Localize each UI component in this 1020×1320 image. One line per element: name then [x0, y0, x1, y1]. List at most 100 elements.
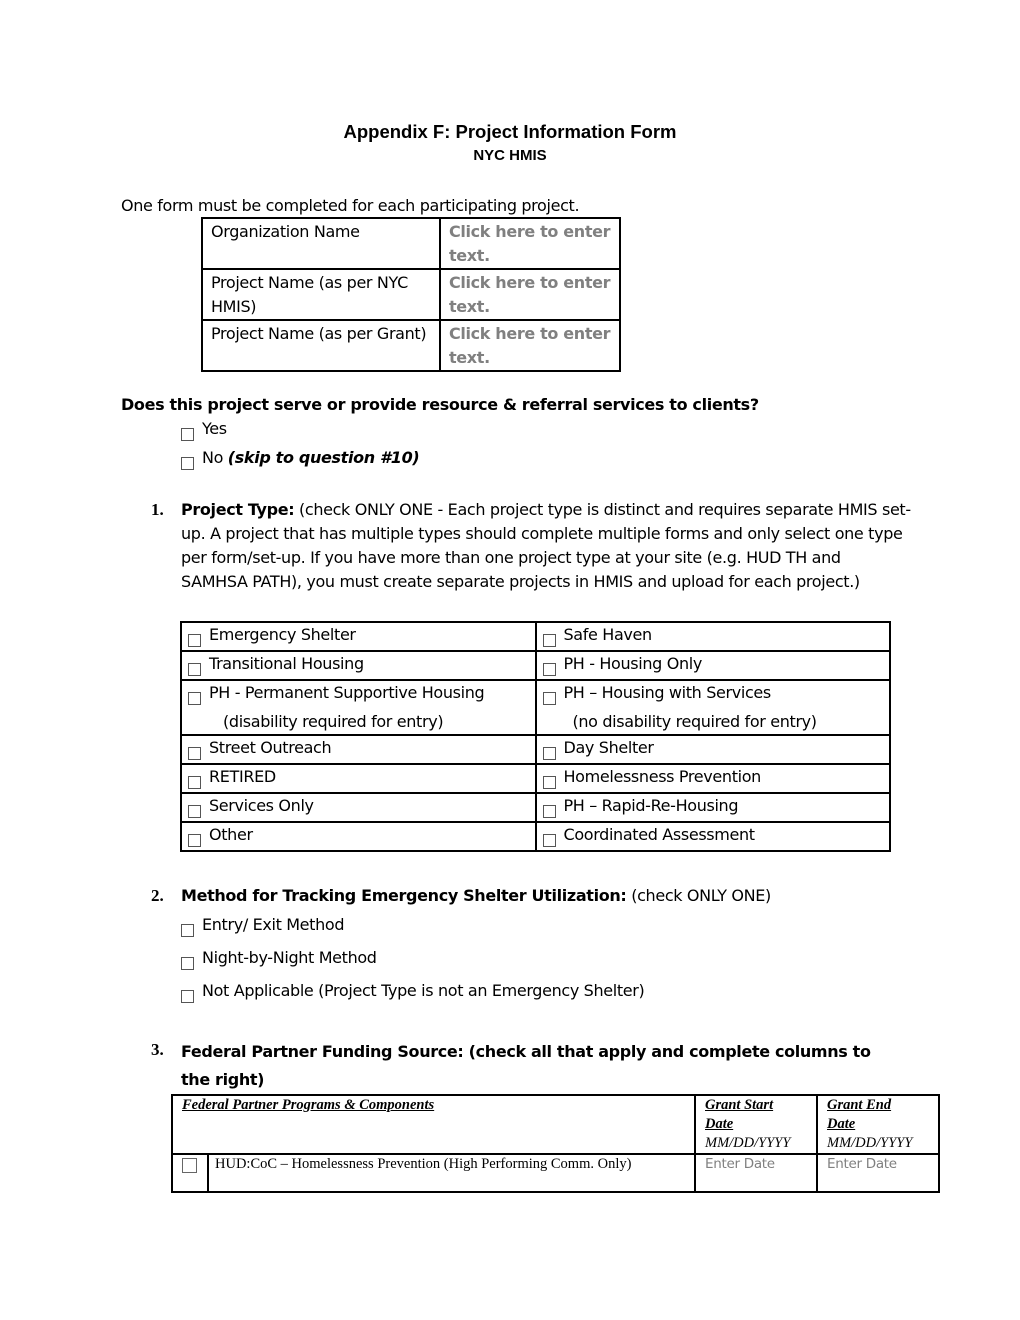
organization-name-field[interactable]: Click here to enter text.	[439, 217, 621, 270]
checkbox-yes[interactable]	[181, 428, 194, 441]
programs-header-label: Federal Partner Programs & Components	[182, 1097, 435, 1113]
checkbox[interactable]	[181, 957, 194, 970]
funding-source-table: Federal Partner Programs & Components Gr…	[171, 1094, 940, 1193]
project-type-emergency-shelter[interactable]: Emergency Shelter	[180, 621, 537, 652]
table-header-row: Federal Partner Programs & Components Gr…	[171, 1094, 940, 1155]
option-label: Emergency Shelter	[209, 625, 356, 644]
start-date-header-line2: Date	[705, 1116, 734, 1132]
project-type-other[interactable]: Other	[180, 821, 537, 852]
checkbox[interactable]	[542, 747, 556, 760]
table-row: RETIRED Homelessness Prevention	[180, 763, 891, 794]
page-subtitle: NYC HMIS	[473, 147, 547, 164]
project-type-ph-housing-only[interactable]: PH - Housing Only	[534, 650, 891, 681]
question-1-title: Project Type:	[181, 500, 295, 519]
option-label: Transitional Housing	[209, 654, 364, 673]
checkbox[interactable]	[188, 692, 201, 705]
option-yes-label: Yes	[202, 419, 227, 438]
project-type-ph-rapid-rehousing[interactable]: PH – Rapid-Re-Housing	[534, 792, 891, 823]
end-date-header-line1: Grant End	[827, 1097, 892, 1113]
option-yes[interactable]: Yes	[181, 417, 227, 441]
option-no-label: No	[202, 448, 228, 467]
option-label: Street Outreach	[209, 738, 332, 757]
option-not-applicable[interactable]: Not Applicable (Project Type is not an E…	[181, 979, 645, 1003]
project-name-hmis-field[interactable]: Click here to enter text.	[439, 268, 621, 321]
project-type-safe-haven[interactable]: Safe Haven	[534, 621, 891, 652]
option-no[interactable]: No (skip to question #10)	[181, 446, 420, 470]
project-type-day-shelter[interactable]: Day Shelter	[534, 734, 891, 765]
project-type-homelessness-prevention[interactable]: Homelessness Prevention	[534, 763, 891, 794]
question-2-instructions: (check ONLY ONE)	[626, 886, 771, 905]
checkbox[interactable]	[542, 663, 556, 676]
end-date-header: Grant End Date MM/DD/YYYY	[816, 1094, 940, 1155]
question-2-title: Method for Tracking Emergency Shelter Ut…	[181, 886, 627, 905]
end-date-header-line2: Date	[827, 1116, 856, 1132]
project-info-table: Organization Name Click here to enter te…	[201, 217, 621, 372]
table-row: Emergency Shelter Safe Haven	[180, 621, 891, 652]
table-row: PH - Permanent Supportive Housing (disabi…	[180, 679, 891, 736]
option-night-by-night[interactable]: Night-by-Night Method	[181, 946, 377, 970]
grant-start-date-field[interactable]: Enter Date	[694, 1153, 818, 1193]
option-sublabel: (disability required for entry)	[223, 712, 444, 731]
option-label: Other	[209, 825, 253, 844]
option-entry-exit[interactable]: Entry/ Exit Method	[181, 913, 344, 937]
table-row: Organization Name Click here to enter te…	[201, 217, 621, 270]
intro-text: One form must be completed for each part…	[121, 196, 580, 215]
project-type-transitional-housing[interactable]: Transitional Housing	[180, 650, 537, 681]
table-row: Services Only PH – Rapid-Re-Housing	[180, 792, 891, 823]
grant-end-date-field[interactable]: Enter Date	[816, 1153, 940, 1193]
checkbox[interactable]	[188, 834, 201, 847]
project-type-coordinated-assessment[interactable]: Coordinated Assessment	[534, 821, 891, 852]
checkbox[interactable]	[188, 776, 201, 789]
question-1-text: Project Type: (check ONLY ONE - Each pro…	[181, 498, 911, 594]
option-label: Night-by-Night Method	[202, 948, 377, 967]
project-type-ph-psh[interactable]: PH - Permanent Supportive Housing (disabi…	[180, 679, 537, 736]
checkbox[interactable]	[542, 634, 556, 647]
project-type-retired[interactable]: RETIRED	[180, 763, 537, 794]
table-row: Street Outreach Day Shelter	[180, 734, 891, 765]
checkbox[interactable]	[188, 663, 201, 676]
option-label: Not Applicable (Project Type is not an E…	[202, 981, 645, 1000]
project-type-table: Emergency Shelter Safe Haven Transitiona…	[180, 621, 891, 852]
project-type-services-only[interactable]: Services Only	[180, 792, 537, 823]
option-label: Entry/ Exit Method	[202, 915, 345, 934]
table-row: Other Coordinated Assessment	[180, 821, 891, 852]
table-row: Transitional Housing PH - Housing Only	[180, 650, 891, 681]
grant-start-date-placeholder: Enter Date	[705, 1156, 775, 1172]
question-1-number: 1.	[151, 500, 164, 519]
programs-header: Federal Partner Programs & Components	[171, 1094, 696, 1155]
option-label: PH - Housing Only	[563, 654, 703, 673]
checkbox[interactable]	[542, 805, 556, 818]
services-question: Does this project serve or provide resou…	[121, 395, 759, 414]
project-name-hmis-label: Project Name (as per NYC HMIS)	[201, 268, 441, 321]
question-3-title: Federal Partner Funding Source: (check a…	[181, 1042, 871, 1089]
question-2-number: 2.	[151, 886, 164, 905]
end-date-format: MM/DD/YYYY	[827, 1135, 913, 1151]
question-3-number: 3.	[151, 1040, 164, 1059]
project-type-ph-housing-services[interactable]: PH – Housing with Services (no disability…	[534, 679, 891, 736]
table-row: Project Name (as per NYC HMIS) Click her…	[201, 268, 621, 321]
option-label: PH – Housing with Services	[563, 683, 772, 702]
page-title: Appendix F: Project Information Form	[343, 121, 677, 142]
option-label: Homelessness Prevention	[563, 767, 762, 786]
checkbox[interactable]	[182, 1158, 197, 1173]
table-row: HUD:CoC – Homelessness Prevention (High …	[171, 1153, 940, 1193]
checkbox[interactable]	[542, 776, 556, 789]
option-label: Day Shelter	[563, 738, 654, 757]
option-label: Coordinated Assessment	[563, 825, 756, 844]
option-label: Services Only	[209, 796, 314, 815]
project-type-street-outreach[interactable]: Street Outreach	[180, 734, 537, 765]
checkbox[interactable]	[188, 747, 201, 760]
option-label: RETIRED	[209, 767, 276, 786]
project-name-grant-label: Project Name (as per Grant)	[201, 319, 441, 372]
checkbox[interactable]	[181, 924, 194, 937]
option-sublabel: (no disability required for entry)	[572, 712, 818, 731]
checkbox[interactable]	[542, 692, 556, 705]
funding-checkbox-cell[interactable]	[171, 1153, 209, 1193]
checkbox[interactable]	[188, 805, 201, 818]
start-date-header-line1: Grant Start	[705, 1097, 774, 1113]
project-name-grant-field[interactable]: Click here to enter text.	[439, 319, 621, 372]
checkbox-no[interactable]	[181, 457, 194, 470]
checkbox[interactable]	[542, 834, 556, 847]
checkbox[interactable]	[188, 634, 201, 647]
checkbox[interactable]	[181, 990, 194, 1003]
